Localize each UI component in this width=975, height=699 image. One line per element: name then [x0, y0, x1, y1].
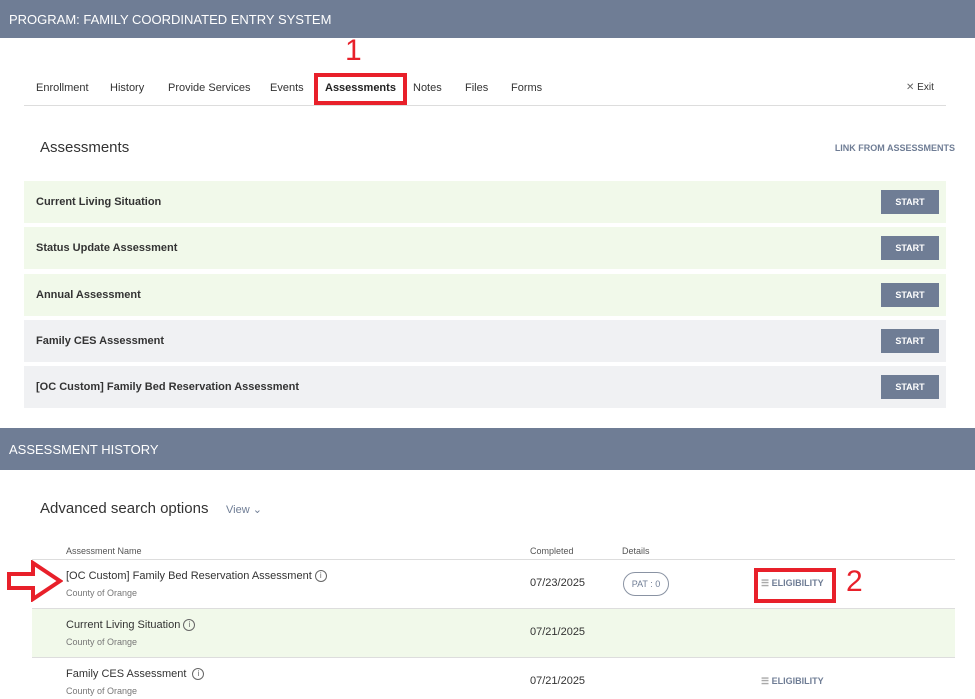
organization: County of Orange: [66, 637, 138, 647]
view-label: View: [226, 504, 250, 516]
program-title: PROGRAM: FAMILY COORDINATED ENTRY SYSTEM: [9, 11, 332, 27]
link-from-assessments[interactable]: LINK FROM ASSESSMENTS: [835, 143, 955, 153]
column-header-name[interactable]: Assessment Name: [66, 546, 142, 556]
completed-date: 07/23/2025: [530, 577, 586, 589]
view-dropdown[interactable]: View ⌄: [226, 503, 262, 516]
tab-events[interactable]: Events: [270, 82, 304, 94]
column-header-completed[interactable]: Completed: [530, 546, 574, 556]
exit-label: Exit: [917, 82, 934, 93]
assessment-item: Current Living Situation START: [24, 181, 946, 223]
info-icon[interactable]: i: [314, 570, 327, 583]
annotation-arrow-icon: [7, 560, 63, 602]
tab-enrollment[interactable]: Enrollment: [36, 82, 89, 94]
assessment-item: Family CES Assessment START: [24, 320, 946, 362]
advanced-search-label: Advanced search options: [40, 500, 209, 517]
assessments-title: Assessments: [40, 139, 130, 156]
annotation-number-1: 1: [345, 34, 362, 67]
eligibility-label: ELIGIBILITY: [771, 676, 824, 686]
start-button[interactable]: START: [881, 190, 939, 214]
assessment-history-title: ASSESSMENT HISTORY: [9, 441, 159, 457]
completed-date: 07/21/2025: [530, 675, 586, 687]
tab-files[interactable]: Files: [465, 82, 488, 94]
pat-badge[interactable]: PAT : 0: [623, 572, 669, 596]
completed-date: 07/21/2025: [530, 626, 586, 638]
start-button[interactable]: START: [881, 375, 939, 399]
info-icon[interactable]: i: [192, 668, 205, 681]
chevron-down-icon: ⌄: [252, 504, 262, 516]
tab-forms[interactable]: Forms: [511, 82, 542, 94]
assessment-name: Annual Assessment: [36, 289, 141, 301]
assessment-item: [OC Custom] Family Bed Reservation Asses…: [24, 366, 946, 408]
assessment-item: Annual Assessment START: [24, 274, 946, 316]
assessment-name: [OC Custom] Family Bed Reservation Asses…: [36, 381, 300, 393]
table-row[interactable]: Family CES Assessment i County of Orange…: [32, 657, 955, 699]
assessment-name: Status Update Assessment: [36, 242, 178, 254]
annotation-box-1: [314, 73, 407, 105]
tab-history[interactable]: History: [110, 82, 144, 94]
assessment-item: Status Update Assessment START: [24, 227, 946, 269]
assessment-history-header: ASSESSMENT HISTORY: [0, 428, 975, 470]
start-button[interactable]: START: [881, 236, 939, 260]
exit-button[interactable]: ✕ Exit: [906, 82, 934, 93]
annotation-number-2: 2: [846, 565, 863, 598]
table-row[interactable]: Current Living Situation i County of Oran…: [32, 608, 955, 657]
eligibility-button[interactable]: ☰ ELIGIBILITY: [761, 676, 824, 687]
organization: County of Orange: [66, 588, 138, 598]
assessment-name[interactable]: Current Living Situation: [66, 619, 180, 631]
start-button[interactable]: START: [881, 329, 939, 353]
column-header-details: Details: [622, 546, 650, 556]
assessment-name[interactable]: Family CES Assessment: [66, 668, 186, 680]
assessment-name: Current Living Situation: [36, 196, 162, 208]
tab-notes[interactable]: Notes: [413, 82, 442, 94]
tab-divider: [24, 105, 946, 106]
program-header: PROGRAM: FAMILY COORDINATED ENTRY SYSTEM: [0, 0, 975, 38]
organization: County of Orange: [66, 686, 138, 696]
assessment-name: Family CES Assessment: [36, 335, 164, 347]
tab-provide-services[interactable]: Provide Services: [168, 82, 251, 94]
list-icon: ☰: [761, 676, 772, 686]
info-icon[interactable]: i: [183, 619, 196, 632]
close-icon: ✕: [906, 82, 918, 93]
annotation-box-2: [754, 568, 836, 603]
assessment-name[interactable]: [OC Custom] Family Bed Reservation Asses…: [66, 570, 312, 582]
start-button[interactable]: START: [881, 283, 939, 307]
